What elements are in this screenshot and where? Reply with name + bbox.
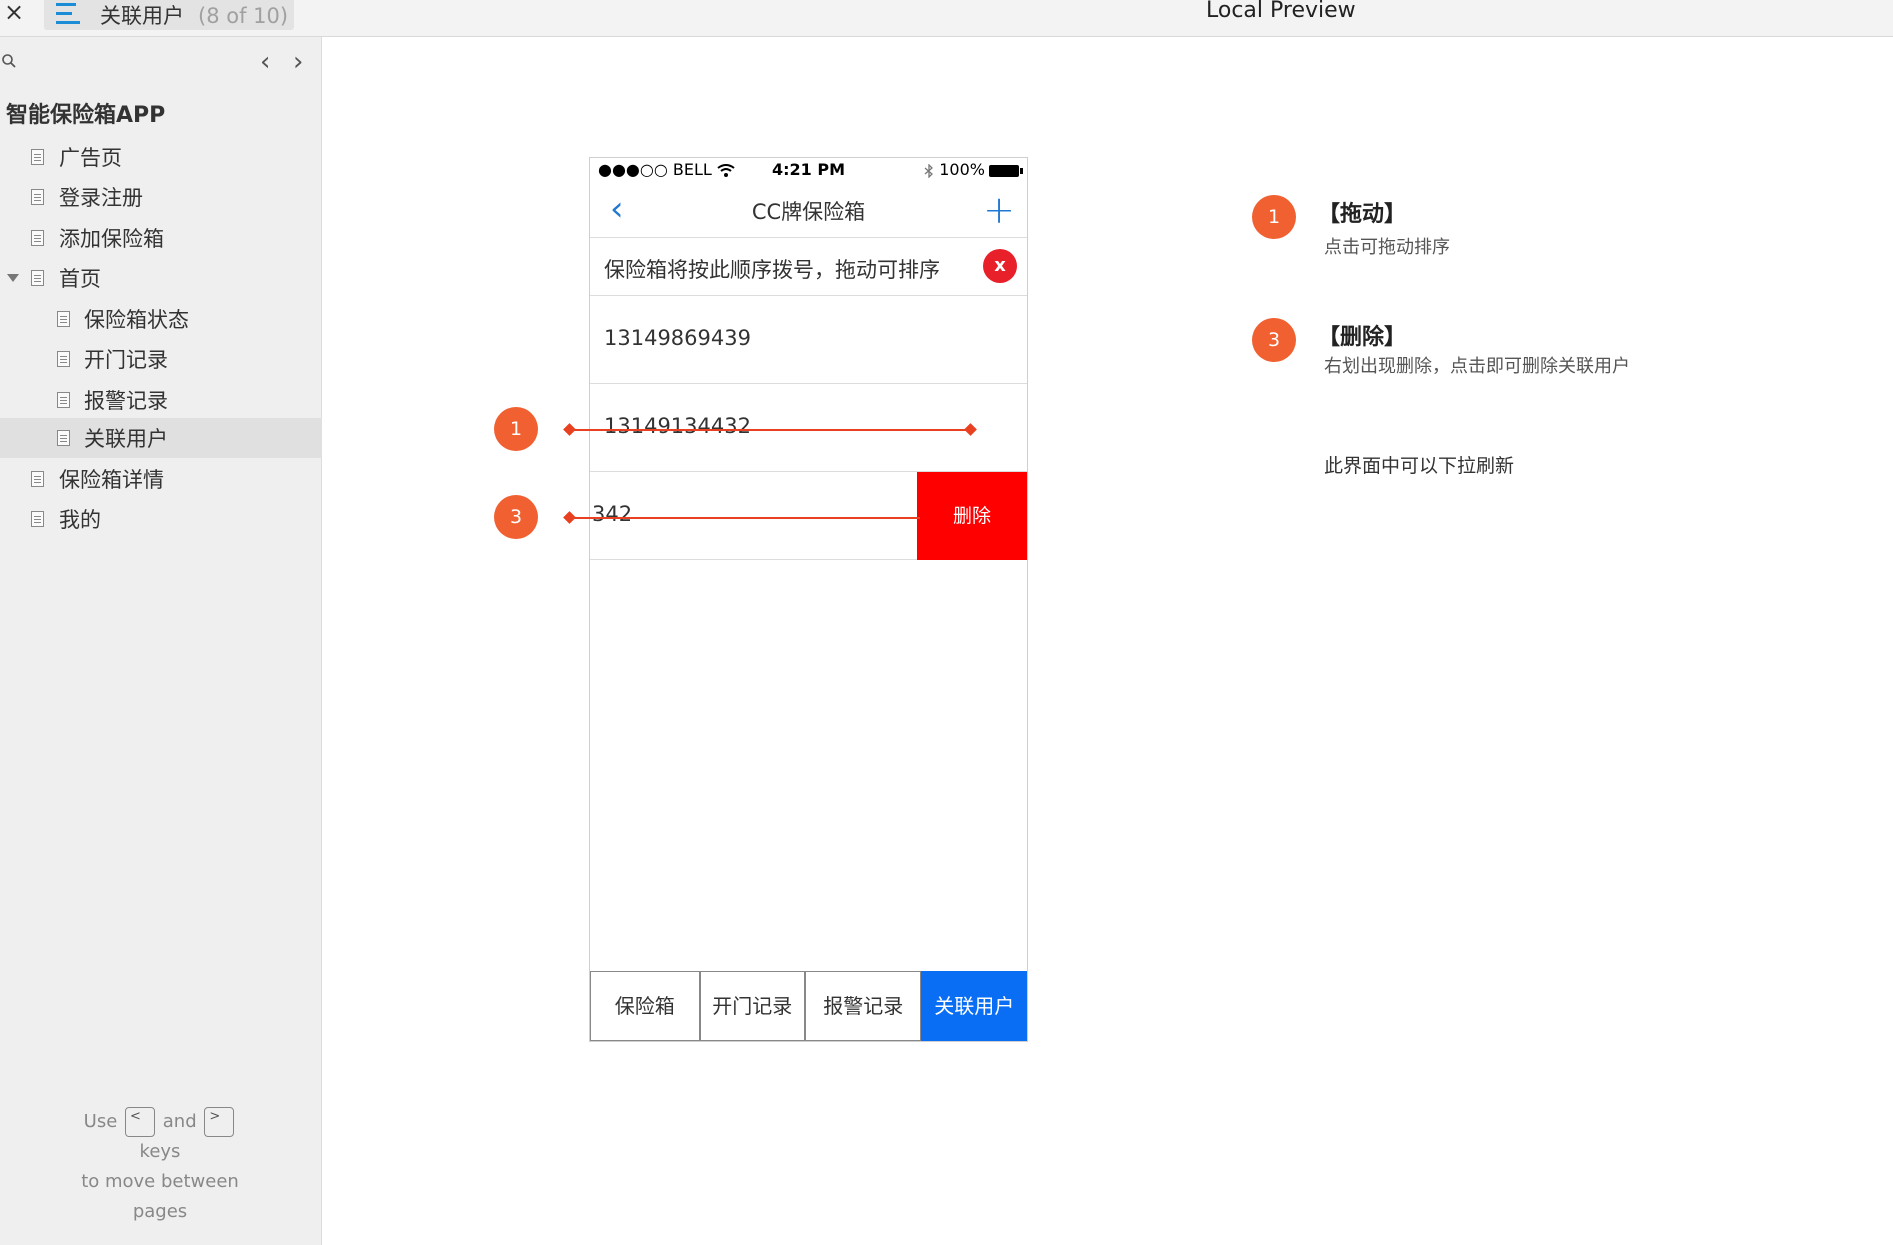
tab-open-records[interactable]: 开门记录 <box>699 971 806 1041</box>
page-tab-title: 关联用户 (8 of 10) <box>100 0 288 30</box>
note-desc: 点击可拖动排序 <box>1324 237 1450 258</box>
page-icon <box>57 430 70 446</box>
nav-bar: ‹ CC牌保险箱 + <box>590 182 1027 238</box>
page-icon <box>31 149 44 165</box>
sidebar-item-label: 开门记录 <box>84 348 168 372</box>
page-icon <box>31 511 44 527</box>
user-row[interactable]: 13149869439 <box>590 296 1027 384</box>
search-icon[interactable] <box>1 53 17 69</box>
keyboard-hint: Use < and > keys to move between pages <box>60 1107 260 1227</box>
user-row[interactable]: 13149134432 <box>590 384 1027 472</box>
chevron-right-icon[interactable]: › <box>293 47 303 77</box>
page-name: 关联用户 <box>100 4 184 28</box>
tab-safe[interactable]: 保险箱 <box>590 971 700 1041</box>
hint-text: keys <box>139 1141 181 1162</box>
project-title: 智能保险箱APP <box>6 103 166 128</box>
sidebar-item-login[interactable]: 登录注册 <box>0 177 322 217</box>
expand-arrow-icon[interactable] <box>7 274 19 282</box>
top-bar: × 关联用户 (8 of 10) Local Preview <box>0 0 1893 37</box>
note-title: 【删除】 <box>1318 325 1407 350</box>
nav-title: CC牌保险箱 <box>751 200 866 224</box>
add-user-button[interactable]: + <box>983 191 1015 229</box>
sidebar-item-mine[interactable]: 我的 <box>0 499 322 539</box>
sidebar-item-linked-users[interactable]: 关联用户 <box>0 418 322 458</box>
sidebar-item-safe-status[interactable]: 保险箱状态 <box>0 299 322 339</box>
sidebar-item-safe-details[interactable]: 保险箱详情 <box>0 459 322 499</box>
line-endpoint <box>563 423 576 436</box>
annotation-marker: 3 <box>494 495 538 539</box>
page-icon <box>31 270 44 286</box>
drag-annotation-line <box>570 429 970 431</box>
prev-key-icon: < <box>125 1107 156 1137</box>
tab-linked-users[interactable]: 关联用户 <box>921 971 1027 1041</box>
battery-icon <box>989 164 1023 177</box>
page-icon <box>57 392 70 408</box>
sidebar-item-label: 登录注册 <box>59 186 143 210</box>
page-tab[interactable]: 关联用户 (8 of 10) <box>44 0 294 30</box>
annotation-marker: 1 <box>494 407 538 451</box>
battery-status: 100% <box>924 160 1023 179</box>
sidebar-item-ad-page[interactable]: 广告页 <box>0 137 322 177</box>
sidebar-item-label: 关联用户 <box>84 427 168 451</box>
sidebar-item-label: 首页 <box>59 267 101 291</box>
note-desc: 右划出现删除，点击即可删除关联用户 <box>1324 356 1630 377</box>
sidebar: ‹ › 智能保险箱APP 广告页 登录注册 添加保险箱 首页 保险箱状态 开门记… <box>0 37 322 1245</box>
sidebar-item-label: 广告页 <box>59 146 122 170</box>
note-marker: 1 <box>1252 195 1296 239</box>
sidebar-item-open-records[interactable]: 开门记录 <box>0 339 322 379</box>
hint-text: pages <box>132 1201 188 1222</box>
battery-percent: 100% <box>939 160 985 179</box>
next-key-icon: > <box>204 1107 235 1137</box>
sidebar-item-label: 报警记录 <box>84 389 168 413</box>
delete-button[interactable]: 删除 <box>917 472 1027 560</box>
chevron-left-icon[interactable]: ‹ <box>260 47 270 77</box>
user-row-swiped[interactable]: 342 删除 <box>590 472 1027 560</box>
user-phone: 13149134432 <box>604 414 751 438</box>
hint-text: and <box>162 1111 197 1132</box>
sidebar-item-label: 保险箱状态 <box>84 308 189 332</box>
page-count: (8 of 10) <box>198 4 289 28</box>
close-icon[interactable]: × <box>4 0 24 26</box>
page-icon <box>31 471 44 487</box>
user-phone: 342 <box>592 502 633 526</box>
page-icon <box>31 230 44 246</box>
sidebar-item-home[interactable]: 首页 <box>0 258 322 298</box>
sidebar-item-label: 我的 <box>59 508 101 532</box>
sidebar-item-add-safe[interactable]: 添加保险箱 <box>0 218 322 258</box>
menu-icon[interactable] <box>56 3 80 24</box>
page-icon <box>31 189 44 205</box>
hint-text: to move between <box>81 1171 239 1192</box>
user-phone: 13149869439 <box>604 326 751 350</box>
sort-tip-banner: 保险箱将按此顺序拨号，拖动可排序 x <box>590 238 1027 296</box>
delete-annotation-line <box>570 517 920 519</box>
sidebar-item-alarm-records[interactable]: 报警记录 <box>0 380 322 420</box>
tab-bar: 保险箱 开门记录 报警记录 关联用户 <box>590 971 1027 1041</box>
sort-tip-text: 保险箱将按此顺序拨号，拖动可排序 <box>604 258 940 282</box>
sidebar-item-label: 保险箱详情 <box>59 468 164 492</box>
bluetooth-icon <box>924 162 934 179</box>
hint-text: Use <box>83 1111 118 1132</box>
preview-title: Local Preview <box>1206 0 1356 23</box>
sidebar-item-label: 添加保险箱 <box>59 227 164 251</box>
note-title: 【拖动】 <box>1318 202 1407 227</box>
line-endpoint <box>563 511 576 524</box>
tab-alarm-records[interactable]: 报警记录 <box>805 971 922 1041</box>
refresh-note: 此界面中可以下拉刷新 <box>1324 455 1515 477</box>
phone-mockup: ●●●○○ BELL 4:21 PM 100% ‹ CC牌保险箱 + 保险箱将按… <box>589 157 1028 1042</box>
note-marker: 3 <box>1252 318 1296 362</box>
status-bar: ●●●○○ BELL 4:21 PM 100% <box>590 158 1027 182</box>
page-icon <box>57 311 70 327</box>
page-icon <box>57 351 70 367</box>
close-tip-button[interactable]: x <box>983 249 1017 283</box>
